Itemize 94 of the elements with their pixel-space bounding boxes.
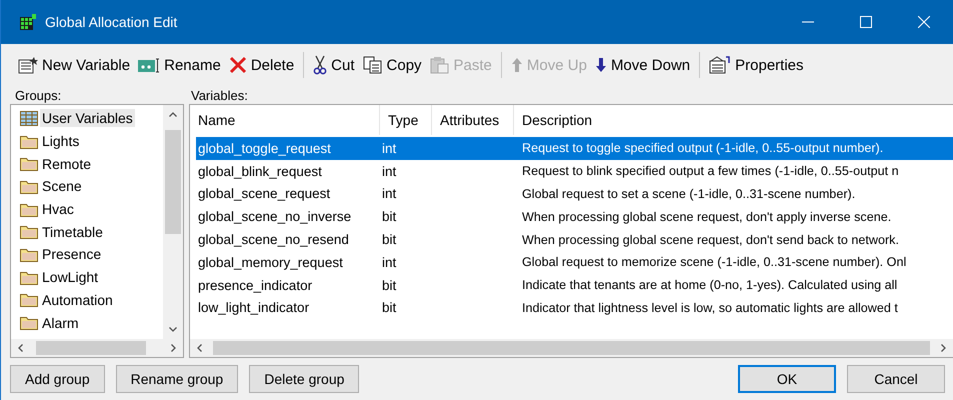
scroll-up-icon[interactable] [169,112,177,117]
table-icon [20,110,38,126]
folder-icon [20,178,38,194]
dialog-button[interactable]: Cancel [847,365,945,393]
table-cell-text: When processing global scene request, don't send back to network. [521,232,900,247]
scroll-left-icon[interactable] [197,344,202,352]
table-row[interactable]: global_toggle_request int Request to toggle specified output (-1-idle, 0..55-output number). [196,137,953,160]
table-cell-text: global_toggle_request [197,140,332,156]
group-item[interactable]: Automation [11,288,163,312]
dialog-button[interactable]: OK [738,365,836,393]
table-cell-text: bit [381,278,398,293]
table-cell-text: low_light_indicator [197,300,310,316]
scroll-thumb[interactable] [36,341,146,355]
table-row[interactable]: low_light_indicator bit Indicator that lightness level is low, so automatic lights are allowed t [196,296,953,320]
group-item[interactable]: Scene [11,175,163,198]
table-cell-text: global_blink_request [197,164,323,179]
table-cell-text: Indicator that lightness level is low, so automatic lights are allowed t [521,300,899,315]
folder-icon [20,246,38,262]
rename-icon [138,57,160,73]
table-cell-text: Global request to set a scene (-1-idle, 0..31-scene number). [521,186,856,201]
arrow-up-icon [510,57,523,73]
toolbar-button[interactable]: Properties [706,54,807,76]
table-row[interactable]: presence_indicator bit Indicate that tenants are at home (0-no, 1-yes). Calculated using all [196,274,953,297]
table-cell-text: presence_indicator [197,278,314,293]
folder-icon [20,134,38,149]
window-title: Global Allocation Edit [45,14,178,30]
group-item[interactable]: Presence [11,243,163,266]
maximize-icon [860,16,872,28]
scissors-icon [313,55,328,75]
grid-icon [19,13,37,31]
toolbar-button[interactable]: Copy [360,54,425,76]
scroll-thumb[interactable] [165,130,181,234]
scroll-down-icon[interactable] [169,327,177,332]
folder-icon [20,202,38,217]
group-item[interactable]: Lights [11,130,163,152]
toolbar-button[interactable]: Cut [310,53,358,77]
scroll-thumb[interactable] [213,341,930,355]
table-cell-text: global_scene_no_resend [197,232,350,248]
table-cell-text: Request to blink specified output a few times (-1-idle, 0..55-output n [521,164,900,178]
folder-icon [20,270,38,285]
table-cell-text: int [381,186,398,202]
table-cell-text: int [381,140,398,156]
group-item[interactable]: Alarm [11,311,163,334]
properties-icon [709,56,732,74]
table-cell-text: When processing global scene request, don't apply inverse scene. [521,210,892,224]
scroll-right-icon[interactable] [941,344,946,352]
group-button[interactable]: Delete group [249,365,360,393]
table-cell-text: int [381,254,398,270]
table-cell-text: Request to toggle specified output (-1-idle, 0..55-output number). [521,141,884,156]
toolbar-button[interactable]: Delete [226,54,298,76]
table-cell-text: Indicate that tenants are at home (0-no, 1-yes). Calculated using all [521,278,898,292]
group-item[interactable]: Timetable [11,220,163,244]
folder-icon [20,224,38,240]
scrollbar[interactable] [163,105,183,339]
toolbar-button[interactable]: Rename [135,54,224,76]
arrow-down-icon [594,57,607,73]
close-icon [918,16,930,28]
groups-label: Groups: [14,88,62,102]
group-button[interactable]: Add group [10,365,105,393]
group-button[interactable]: Rename group [116,365,238,393]
copy-icon [362,56,383,74]
table-cell-text: global_memory_request [197,254,344,270]
table-cell-text: global_scene_request [197,186,332,202]
scrollbar[interactable] [11,339,183,357]
document-icon [18,56,38,74]
folder-icon [20,292,38,308]
scrollbar[interactable] [190,339,953,357]
column-header[interactable]: Type [380,105,432,135]
table-cell-text: int [381,164,398,179]
toolbar-button[interactable]: New Variable [15,54,134,76]
toolbar-button[interactable]: Move Down [592,54,694,76]
table-cell-text: bit [381,300,398,316]
delete-icon [228,56,247,74]
group-item[interactable]: Remote [11,152,163,176]
table-row[interactable]: global_blink_request int Request to blink specified output a few times (-1-idle, 0..55-output n [196,160,953,183]
table-row[interactable]: global_scene_no_inverse bit When processing global scene request, don't apply inverse scene. [196,205,953,228]
group-item[interactable]: Hvac [11,198,163,220]
column-header[interactable]: Description [514,105,953,135]
clipboard-icon [430,56,450,74]
folder-icon [20,156,38,172]
table-cell-text: bit [381,209,398,224]
column-header[interactable]: Attributes [432,105,514,135]
table-cell-text: global_scene_no_inverse [197,209,352,224]
scroll-left-icon[interactable] [18,344,23,352]
scroll-right-icon[interactable] [171,344,176,352]
group-item[interactable]: LowLight [11,266,163,288]
table-row[interactable]: global_memory_request int Global request to memorize scene (-1-idle, 0..31-scene number). Onl [196,250,953,274]
table-row[interactable]: global_scene_request int Global request to set a scene (-1-idle, 0..31-scene number). [196,182,953,206]
variables-label: Variables: [191,88,248,102]
folder-icon [20,315,38,330]
table-row[interactable]: global_scene_no_resend bit When processing global scene request, don't send back to network. [196,228,953,251]
table-cell-text: Global request to memorize scene (-1-idle, 0..31-scene number). Onl [521,255,908,270]
column-header[interactable]: Name [190,105,380,135]
table-cell-text: bit [381,232,398,248]
